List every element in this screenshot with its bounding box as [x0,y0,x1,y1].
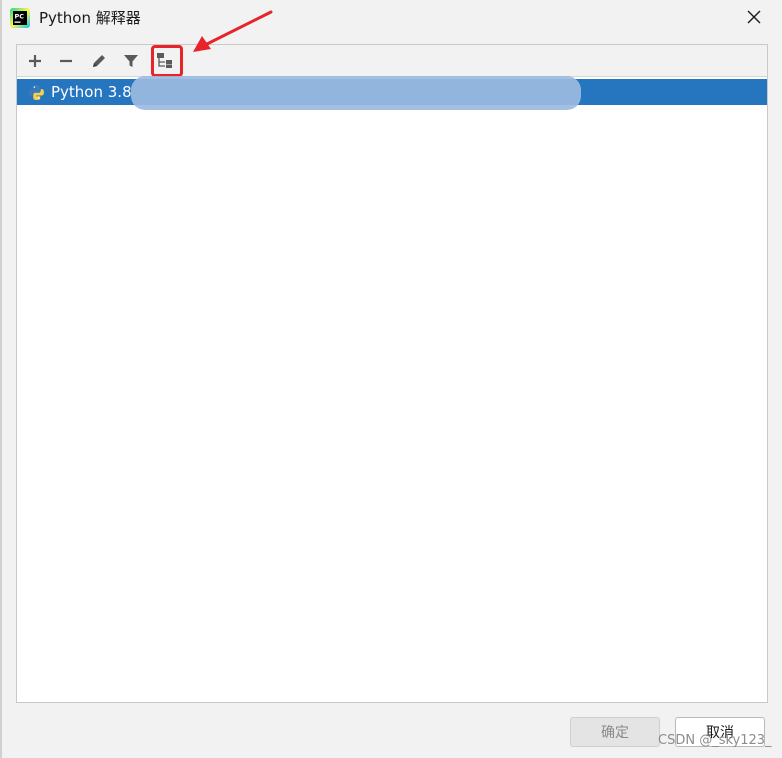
add-interpreter-button[interactable] [23,50,47,72]
ok-button[interactable]: 确定 [570,717,660,747]
dialog-title: Python 解释器 [39,9,141,27]
list-toolbar [17,45,767,77]
redacted-path-mask [131,76,581,110]
title-bar: PC Python 解释器 [0,0,782,36]
filter-icon [124,55,138,67]
plus-icon [29,55,41,67]
filter-interpreters-button[interactable] [119,50,143,72]
pycharm-app-icon: PC [10,8,30,28]
annotation-highlight-box [151,45,183,77]
close-button[interactable] [740,4,768,30]
edit-interpreter-button[interactable] [87,50,111,72]
close-icon [747,10,761,24]
minus-icon [60,59,72,63]
watermark-text: CSDN @_sky123_ [658,733,772,748]
interpreter-list-panel: Python 3.8 [16,44,768,703]
python-icon [29,85,44,100]
window-edge [0,0,2,758]
svg-text:PC: PC [15,13,25,21]
interpreter-name: Python 3.8 [51,83,132,101]
remove-interpreter-button[interactable] [54,50,78,72]
pencil-icon [93,55,105,67]
list-item[interactable]: Python 3.8 [17,76,767,110]
python-interpreters-dialog: PC Python 解释器 Python 3.8 确定 取消 CSDN @_sk… [0,0,782,758]
